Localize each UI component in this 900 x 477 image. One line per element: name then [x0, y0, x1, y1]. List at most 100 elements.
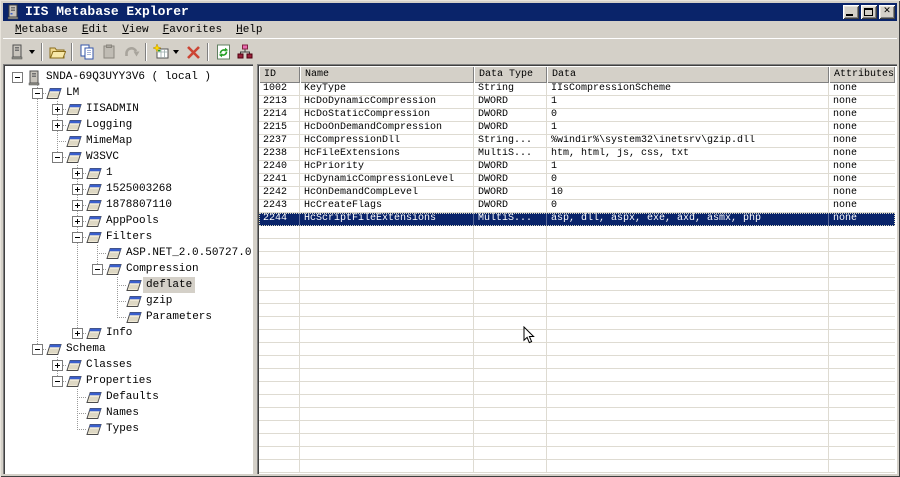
list-cell[interactable]: none — [829, 161, 895, 174]
list-cell[interactable]: 0 — [547, 109, 829, 122]
column-header-id[interactable]: ID — [259, 66, 300, 83]
delete-button[interactable] — [182, 41, 204, 63]
tree-item[interactable]: Logging — [6, 117, 253, 133]
list-cell[interactable]: 2242 — [259, 187, 300, 200]
tree-item-label[interactable]: Compression — [123, 261, 202, 277]
tree-item[interactable]: LM — [6, 85, 253, 101]
expand-toggle-icon[interactable] — [52, 104, 63, 115]
list-cell[interactable]: 0 — [547, 174, 829, 187]
tree-item[interactable]: AppPools — [6, 213, 253, 229]
expand-toggle-icon[interactable] — [72, 328, 83, 339]
tree-item-label[interactable]: AppPools — [103, 213, 162, 229]
list-cell[interactable]: HcDoStaticCompression — [300, 109, 474, 122]
refresh-button[interactable] — [212, 41, 234, 63]
tree-item-label[interactable]: 1525003268 — [103, 181, 175, 197]
list-cell[interactable]: 2237 — [259, 135, 300, 148]
list-row[interactable]: 2244 HcScriptFileExtensions MultiS... asp, … — [259, 213, 895, 226]
tree-item[interactable]: IISADMIN — [6, 101, 253, 117]
list-cell[interactable]: 2240 — [259, 161, 300, 174]
maximize-button[interactable] — [861, 5, 877, 19]
tree-item[interactable]: 1878807110 — [6, 197, 253, 213]
collapse-toggle-icon[interactable] — [52, 376, 63, 387]
list-cell[interactable]: 2215 — [259, 122, 300, 135]
tree-item[interactable]: Compression — [6, 261, 253, 277]
tree-item-label[interactable]: Logging — [83, 117, 135, 133]
tree-item[interactable]: 1 — [6, 165, 253, 181]
open-button[interactable] — [46, 41, 68, 63]
list-cell[interactable]: none — [829, 200, 895, 213]
collapse-toggle-icon[interactable] — [32, 88, 43, 99]
expand-toggle-icon[interactable] — [72, 200, 83, 211]
tree-item-label[interactable]: LM — [63, 85, 82, 101]
tree-item[interactable]: Properties — [6, 373, 253, 389]
list-row[interactable]: 2241 HcDynamicCompressionLevel DWORD 0 none — [259, 174, 895, 187]
expand-toggle-icon[interactable] — [72, 184, 83, 195]
expand-toggle-icon[interactable] — [52, 360, 63, 371]
minimize-button[interactable] — [843, 5, 859, 19]
tree-item[interactable]: Classes — [6, 357, 253, 373]
list-cell[interactable]: 2213 — [259, 96, 300, 109]
list-cell[interactable]: DWORD — [474, 187, 547, 200]
tree-item[interactable]: Schema — [6, 341, 253, 357]
expand-toggle-icon[interactable] — [72, 216, 83, 227]
close-button[interactable]: ✕ — [879, 5, 895, 19]
list-cell[interactable]: 1 — [547, 96, 829, 109]
tree-item-label[interactable]: deflate — [143, 277, 196, 293]
list-cell[interactable]: 1 — [547, 122, 829, 135]
list-cell[interactable]: none — [829, 96, 895, 109]
list-cell[interactable]: DWORD — [474, 200, 547, 213]
tree-item-label[interactable]: Filters — [103, 229, 155, 245]
list-cell[interactable]: 10 — [547, 187, 829, 200]
list-row[interactable]: 2242 HcOnDemandCompLevel DWORD 10 none — [259, 187, 895, 200]
tree-item[interactable]: Parameters — [6, 309, 253, 325]
column-header-name[interactable]: Name — [300, 66, 474, 83]
connect-server-button[interactable] — [6, 41, 28, 63]
tree-item[interactable]: Defaults — [6, 389, 253, 405]
tree-view-button[interactable] — [234, 41, 256, 63]
tree-item-label[interactable]: gzip — [143, 293, 175, 309]
list-cell[interactable]: none — [829, 83, 895, 96]
tree-item-label[interactable]: ASP.NET_2.0.50727.0 — [123, 245, 253, 261]
menu-view[interactable]: View — [115, 23, 155, 38]
tree-item-label[interactable]: Classes — [83, 357, 135, 373]
list-cell[interactable]: none — [829, 174, 895, 187]
tree-item-label[interactable]: Parameters — [143, 309, 215, 325]
list-cell[interactable]: IIsCompressionScheme — [547, 83, 829, 96]
list-cell[interactable]: asp, dll, aspx, exe, axd, asmx, php — [547, 213, 829, 226]
list-cell[interactable]: KeyType — [300, 83, 474, 96]
tree-item[interactable]: gzip — [6, 293, 253, 309]
list-cell[interactable]: 1 — [547, 161, 829, 174]
expand-toggle-icon[interactable] — [72, 168, 83, 179]
tree-item[interactable]: Filters — [6, 229, 253, 245]
menu-favorites[interactable]: Favorites — [156, 23, 229, 38]
collapse-toggle-icon[interactable] — [92, 264, 103, 275]
list-cell[interactable]: htm, html, js, css, txt — [547, 148, 829, 161]
list-cell[interactable]: HcDynamicCompressionLevel — [300, 174, 474, 187]
list-cell[interactable]: MultiS... — [474, 148, 547, 161]
menu-help[interactable]: Help — [229, 23, 269, 38]
list-row[interactable]: 2213 HcDoDynamicCompression DWORD 1 none — [259, 96, 895, 109]
list-cell[interactable]: 1002 — [259, 83, 300, 96]
tree-item-label[interactable]: IISADMIN — [83, 101, 142, 117]
list-cell[interactable]: %windir%\system32\inetsrv\gzip.dll — [547, 135, 829, 148]
collapse-toggle-icon[interactable] — [12, 72, 23, 83]
list-cell[interactable]: HcDoOnDemandCompression — [300, 122, 474, 135]
list-cell[interactable]: 0 — [547, 200, 829, 213]
tree-item[interactable]: SNDA-69Q3UYY3V6 ( local ) — [6, 69, 253, 86]
list-cell[interactable]: 2244 — [259, 213, 300, 226]
list-cell[interactable]: none — [829, 109, 895, 122]
tree-item[interactable]: deflate — [6, 277, 253, 293]
tree-item-label[interactable]: Types — [103, 421, 142, 437]
tree-item[interactable]: 1525003268 — [6, 181, 253, 197]
menu-metabase[interactable]: Metabase — [8, 23, 75, 38]
tree-item-label[interactable]: Schema — [63, 341, 109, 357]
list-cell[interactable]: DWORD — [474, 122, 547, 135]
collapse-toggle-icon[interactable] — [32, 344, 43, 355]
column-header-attributes[interactable]: Attributes — [829, 66, 895, 83]
tree-item-label[interactable]: W3SVC — [83, 149, 122, 165]
list-cell[interactable]: none — [829, 148, 895, 161]
new-key-dropdown-icon[interactable] — [173, 50, 179, 54]
list-cell[interactable]: String... — [474, 135, 547, 148]
list-cell[interactable]: HcScriptFileExtensions — [300, 213, 474, 226]
collapse-toggle-icon[interactable] — [52, 152, 63, 163]
